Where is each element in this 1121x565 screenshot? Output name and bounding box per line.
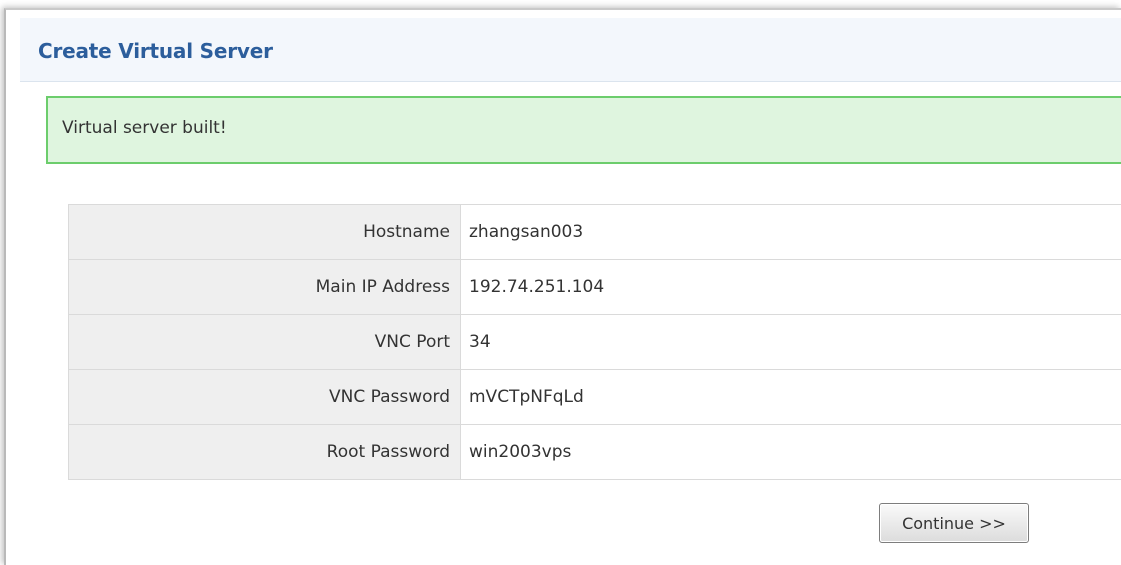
vnc-password-label: VNC Password xyxy=(68,369,461,425)
success-alert: Virtual server built! xyxy=(46,96,1121,164)
table-row: Hostname zhangsan003 xyxy=(68,204,1121,260)
hostname-value: zhangsan003 xyxy=(460,204,1121,260)
hostname-label: Hostname xyxy=(68,204,461,260)
main-ip-label: Main IP Address xyxy=(68,259,461,315)
window-frame: Create Virtual Server Virtual server bui… xyxy=(4,8,1121,565)
success-message: Virtual server built! xyxy=(62,118,227,138)
table-row: Root Password win2003vps xyxy=(68,424,1121,480)
table-row: VNC Port 34 xyxy=(68,314,1121,370)
main-ip-value: 192.74.251.104 xyxy=(460,259,1121,315)
table-row: VNC Password mVCTpNFqLd xyxy=(68,369,1121,425)
root-password-value: win2003vps xyxy=(460,424,1121,480)
vnc-password-value: mVCTpNFqLd xyxy=(460,369,1121,425)
continue-button[interactable]: Continue >> xyxy=(879,503,1029,543)
root-password-label: Root Password xyxy=(68,424,461,480)
table-row: Main IP Address 192.74.251.104 xyxy=(68,259,1121,315)
vnc-port-value: 34 xyxy=(460,314,1121,370)
server-details-table: Hostname zhangsan003 Main IP Address 192… xyxy=(68,204,1121,480)
page-title: Create Virtual Server xyxy=(38,39,273,63)
panel-header: Create Virtual Server xyxy=(20,18,1121,82)
vnc-port-label: VNC Port xyxy=(68,314,461,370)
